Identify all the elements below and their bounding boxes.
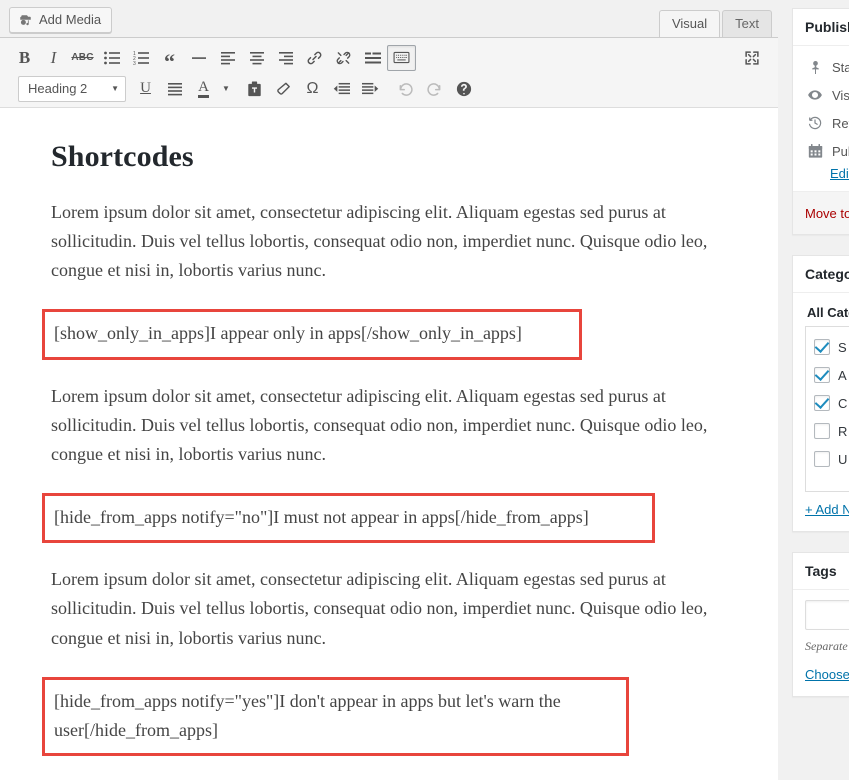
indent-icon[interactable]	[356, 76, 385, 102]
toolbar-toggle-icon[interactable]	[387, 44, 416, 71]
editor-wrapper: B I ABC 1 2 3 “ Heading 2 ▼ U A ▼ Ω Shor…	[0, 37, 778, 780]
category-label: S	[838, 339, 847, 355]
redo-icon[interactable]	[420, 76, 449, 102]
category-checkbox[interactable]	[814, 367, 830, 383]
post-sidebar: Publish Status:	[792, 0, 849, 780]
format-select[interactable]: Heading 2 ▼	[18, 75, 126, 102]
add-media-button[interactable]: Add Media	[9, 7, 113, 33]
shortcode-block-hide-from-apps-notify-no[interactable]: [hide_from_apps notify="no"]I must not a…	[42, 493, 655, 544]
align-left-icon[interactable]	[213, 45, 242, 71]
publish-visibility-row[interactable]: Visibility:	[805, 81, 849, 109]
tags-panel-body: Separate tags with commas Choose from th…	[793, 590, 849, 696]
categories-checklist[interactable]: S A C R U	[805, 327, 849, 492]
category-item[interactable]: R	[814, 423, 849, 439]
publish-visibility-label: Visibility:	[832, 87, 849, 103]
remove-link-icon[interactable]	[329, 45, 358, 71]
calendar-icon	[805, 143, 825, 159]
tags-panel: Tags Separate tags with commas Choose fr…	[792, 552, 849, 697]
category-checkbox[interactable]	[814, 395, 830, 411]
clock-icon	[805, 115, 825, 131]
tags-panel-title: Tags	[793, 553, 849, 590]
publish-status-row[interactable]: Status:	[805, 54, 849, 81]
undo-icon[interactable]	[391, 76, 420, 102]
category-checkbox[interactable]	[814, 339, 830, 355]
insert-link-icon[interactable]	[300, 45, 329, 71]
category-label: U	[838, 451, 848, 467]
add-media-label: Add Media	[39, 12, 102, 27]
shortcode-block-show-only-in-apps[interactable]: [show_only_in_apps]I appear only in apps…	[42, 309, 582, 360]
keyboard-shortcuts-icon[interactable]	[449, 76, 478, 102]
horizontal-rule-icon[interactable]	[184, 45, 213, 71]
publish-date-row[interactable]: Published on:	[805, 137, 849, 165]
bold-icon[interactable]: B	[10, 45, 39, 71]
publish-misc-actions: Status: Visibility:	[793, 46, 849, 191]
text-color-chevron-down-icon[interactable]: ▼	[218, 76, 234, 102]
align-center-icon[interactable]	[242, 45, 271, 71]
tab-all-categories[interactable]: All Categories	[805, 303, 849, 326]
tags-input[interactable]	[805, 600, 849, 630]
format-select-value: Heading 2	[28, 81, 88, 96]
toolbar-row-2: Heading 2 ▼ U A ▼ Ω	[2, 73, 776, 104]
category-label: R	[838, 423, 848, 439]
fullscreen-icon[interactable]	[737, 45, 766, 71]
text-color-icon[interactable]: A	[189, 76, 218, 102]
publish-panel-title: Publish	[793, 9, 849, 46]
special-character-icon[interactable]: Ω	[298, 76, 327, 102]
shortcode-block-hide-from-apps-notify-yes[interactable]: [hide_from_apps notify="yes"]I don't app…	[42, 676, 629, 757]
add-media-icon	[18, 13, 33, 28]
publish-panel-footer: Move to Trash	[793, 191, 849, 234]
paste-as-text-icon[interactable]	[240, 76, 269, 102]
underline-icon[interactable]: U	[131, 76, 160, 102]
numbered-list-icon[interactable]: 1 2 3	[126, 45, 155, 71]
clear-formatting-icon[interactable]	[269, 76, 298, 102]
categories-tabs: All Categories	[805, 303, 849, 327]
chevron-down-icon: ▼	[111, 84, 119, 93]
blockquote-icon[interactable]: “	[155, 45, 184, 72]
content-paragraph-3: Lorem ipsum dolor sit amet, consectetur …	[51, 569, 708, 648]
publish-date-edit-link[interactable]: Edit	[830, 166, 849, 181]
publish-revisions-row[interactable]: Revisions:	[805, 109, 849, 137]
tab-visual[interactable]: Visual	[658, 10, 721, 37]
bullet-list-icon[interactable]	[97, 45, 126, 71]
outdent-icon[interactable]	[327, 76, 356, 102]
editor-content-area[interactable]: Shortcodes Lorem ipsum dolor sit amet, c…	[0, 108, 778, 780]
content-paragraph-1: Lorem ipsum dolor sit amet, consectetur …	[51, 202, 708, 281]
pin-icon	[805, 60, 825, 75]
toolbar-row-1: B I ABC 1 2 3 “	[2, 42, 776, 73]
categories-panel-title: Categories	[793, 256, 849, 293]
category-item[interactable]: A	[814, 367, 849, 383]
category-label: A	[838, 367, 847, 383]
category-item[interactable]: C	[814, 395, 849, 411]
media-buttons-row: Add Media Visual Text	[0, 0, 778, 37]
tags-hint: Separate tags with commas	[805, 639, 849, 653]
content-heading-shortcodes: Shortcodes	[51, 140, 194, 173]
italic-icon[interactable]: I	[39, 45, 68, 71]
publish-status-label: Status:	[832, 60, 849, 75]
eye-icon	[805, 87, 825, 103]
category-checkbox[interactable]	[814, 451, 830, 467]
categories-panel-body: All Categories S A C	[793, 293, 849, 531]
editor-view-tabs: Visual Text	[657, 10, 772, 37]
choose-from-most-used-tags-link[interactable]: Choose from the most used tags	[805, 667, 849, 682]
wordpress-post-editor-screen: Add Media Visual Text B I ABC 1 2 3 “ He…	[0, 0, 849, 780]
publish-panel: Publish Status:	[792, 8, 849, 235]
read-more-icon[interactable]	[358, 45, 387, 71]
editor-toolbar: B I ABC 1 2 3 “ Heading 2 ▼ U A ▼ Ω	[0, 38, 778, 108]
move-to-trash-link[interactable]: Move to Trash	[805, 206, 849, 221]
justify-icon[interactable]	[160, 76, 189, 102]
publish-revisions-label: Revisions:	[832, 115, 849, 131]
category-item[interactable]: S	[814, 339, 849, 355]
svg-text:3: 3	[133, 61, 136, 65]
category-label: C	[838, 395, 848, 411]
category-item[interactable]: U	[814, 451, 849, 467]
publish-date-label: Published on:	[832, 143, 849, 159]
strikethrough-icon[interactable]: ABC	[68, 45, 97, 71]
tab-text[interactable]: Text	[722, 10, 772, 37]
editor-column: Add Media Visual Text B I ABC 1 2 3 “ He…	[0, 0, 778, 780]
categories-panel: Categories All Categories S A	[792, 255, 849, 532]
add-new-category-link[interactable]: + Add New Category	[805, 502, 849, 517]
content-paragraph-2: Lorem ipsum dolor sit amet, consectetur …	[51, 385, 708, 464]
align-right-icon[interactable]	[271, 45, 300, 71]
category-checkbox[interactable]	[814, 423, 830, 439]
